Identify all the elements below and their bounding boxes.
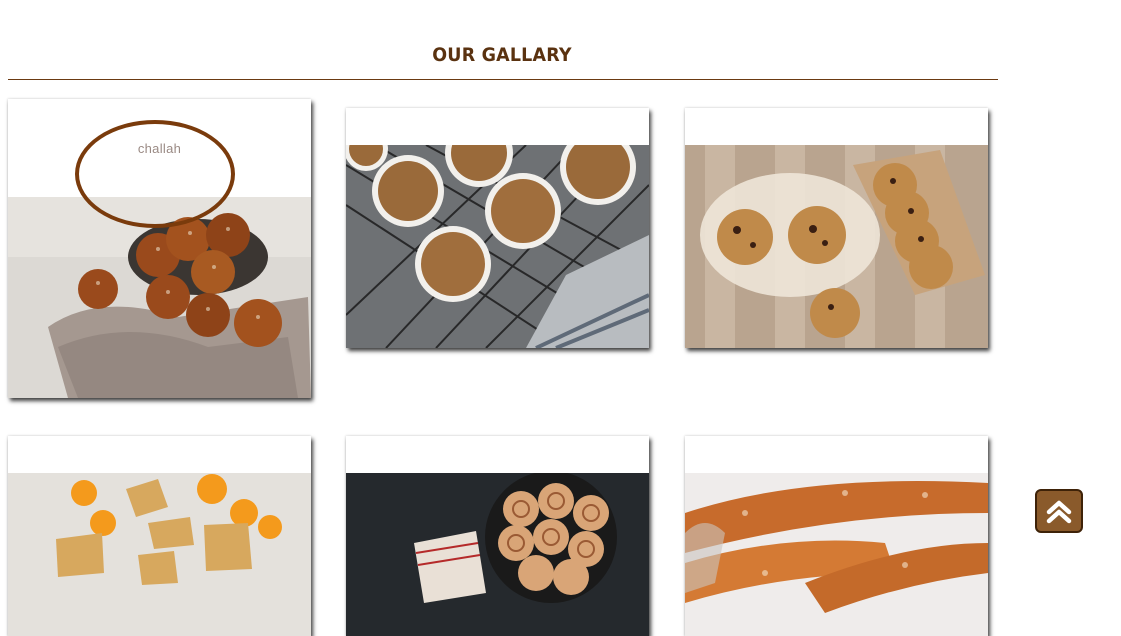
card-caption-area: [346, 436, 649, 473]
title-divider: [8, 79, 998, 80]
scroll-to-top-button[interactable]: [1035, 489, 1083, 533]
gallery-title: OUR GALLARY: [432, 44, 572, 66]
card-caption-area: challah: [8, 99, 311, 197]
gallery-image-orange-cake: [8, 473, 311, 636]
gallery-card-cinnamon-rolls[interactable]: [346, 436, 649, 636]
gallery-image-challah: [8, 197, 311, 398]
gallery-image-muffins: [346, 145, 649, 348]
card-caption-area: [685, 436, 988, 473]
card-caption: challah: [137, 140, 182, 156]
gallery-card-challah[interactable]: challah: [8, 99, 311, 398]
gallery-card-muffins[interactable]: [346, 108, 649, 348]
card-caption-area: [8, 436, 311, 473]
gallery-card-cookies[interactable]: [685, 108, 988, 348]
gallery-image-cookies: [685, 145, 988, 348]
gallery-card-baguettes[interactable]: [685, 436, 988, 636]
card-caption-area: [685, 108, 988, 145]
gallery-image-baguettes: [685, 473, 988, 636]
gallery-image-cinnamon-rolls: [346, 473, 649, 636]
card-caption-area: [346, 108, 649, 145]
double-chevron-up-icon: [1046, 500, 1072, 524]
gallery-card-orange-cake[interactable]: [8, 436, 311, 636]
